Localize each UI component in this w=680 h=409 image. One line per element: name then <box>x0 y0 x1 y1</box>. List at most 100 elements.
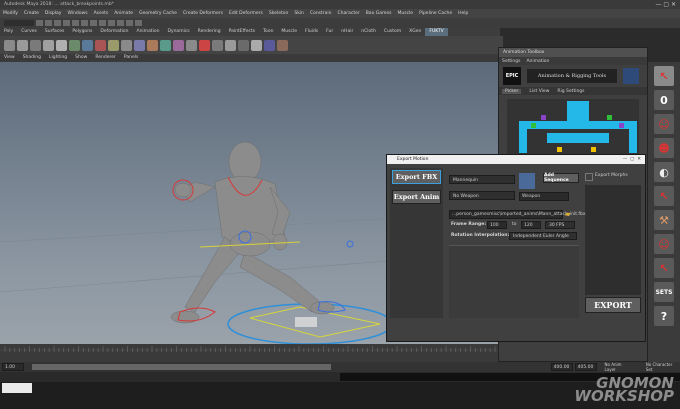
shelf-tab-rendering[interactable]: Rendering <box>194 28 225 36</box>
menu-geometry-cache[interactable]: Geometry Cache <box>136 9 180 18</box>
menu-character[interactable]: Character <box>335 9 363 18</box>
menu-skin[interactable]: Skin <box>291 9 307 18</box>
tools-menu-settings[interactable]: Settings <box>502 59 520 64</box>
shelf-tab-fur[interactable]: Fur <box>322 28 337 36</box>
tab-rig-settings[interactable]: Rig Settings <box>557 89 584 94</box>
shelf-tab-ncloth[interactable]: nCloth <box>357 28 380 36</box>
export-path-field[interactable]: ...person_gamesmisc\imported_anims\Mann_… <box>449 210 586 219</box>
character-thumbnail[interactable] <box>623 68 639 84</box>
frame-start-field[interactable]: 100 <box>487 221 507 229</box>
export-button[interactable]: EXPORT <box>585 297 641 313</box>
character-combo[interactable]: Mannequin <box>449 175 515 184</box>
shelf-cone-icon[interactable] <box>43 39 54 51</box>
menu-muscle[interactable]: Muscle <box>395 9 417 18</box>
range-start-field[interactable]: 1.00 <box>2 363 24 371</box>
range-end-field[interactable]: 400.00 <box>550 363 573 371</box>
viewport-menu-renderer[interactable]: Renderer <box>91 54 120 62</box>
shelf-tab-fluids[interactable]: Fluids <box>301 28 322 36</box>
menu-display[interactable]: Display <box>42 9 65 18</box>
add-sequence-button[interactable]: Add Sequence <box>543 173 579 183</box>
menu-skeleton[interactable]: Skeleton <box>266 9 291 18</box>
shelf-deform-icon[interactable] <box>134 39 145 51</box>
shelf-ik-icon[interactable] <box>95 39 106 51</box>
help-button[interactable]: ? <box>654 306 674 326</box>
shelf-paint-icon[interactable] <box>121 39 132 51</box>
shelf-cylinder-icon[interactable] <box>30 39 41 51</box>
menu-modify[interactable]: Modify <box>0 9 21 18</box>
shelf-graph-icon[interactable] <box>212 39 223 51</box>
menu-animate[interactable]: Animate <box>111 9 136 18</box>
shelf-tab-dynamics[interactable]: Dynamics <box>163 28 193 36</box>
tools-menu-animation[interactable]: Animation <box>526 59 549 64</box>
shelf-record-icon[interactable] <box>199 39 210 51</box>
shelf-tab-custom[interactable]: Custom <box>380 28 405 36</box>
picker-head[interactable] <box>567 101 589 121</box>
mirror-icon[interactable]: ↖ <box>654 258 674 278</box>
shelf-cluster-icon[interactable] <box>160 39 171 51</box>
shelf-joint-icon[interactable] <box>82 39 93 51</box>
export-window-controls[interactable]: — ▢ ✕ <box>623 155 641 164</box>
shelf-tab-deformation[interactable]: Deformation <box>96 28 132 36</box>
character-set-label[interactable]: No Character Set <box>646 362 680 372</box>
menu-create-deformers[interactable]: Create Deformers <box>180 9 226 18</box>
viewport-menu-shading[interactable]: Shading <box>19 54 45 62</box>
menu-help[interactable]: Help <box>455 9 471 18</box>
shelf-sphere-icon[interactable] <box>4 39 15 51</box>
shelf-tab-curves[interactable]: Curves <box>17 28 41 36</box>
shelf-plane-icon[interactable] <box>56 39 67 51</box>
timeline[interactable] <box>0 344 500 362</box>
range-slider-bar[interactable] <box>31 364 331 370</box>
viewport-menu-lighting[interactable]: Lighting <box>45 54 71 62</box>
select-arrow-icon[interactable]: ↖ <box>654 66 674 86</box>
shelf-torus-icon[interactable] <box>69 39 80 51</box>
folder-icon[interactable]: ▰ <box>565 210 574 219</box>
export-anim-button[interactable]: Export Anim <box>392 190 441 204</box>
shelf-tab-animation[interactable]: Animation <box>133 28 164 36</box>
picker-left-arm[interactable] <box>519 129 527 153</box>
hammer-icon[interactable]: ⚒ <box>654 210 674 230</box>
shelf-lattice-icon[interactable] <box>147 39 158 51</box>
range-end2-field[interactable]: 405.00 <box>574 363 597 371</box>
menu-edit-deformers[interactable]: Edit Deformers <box>226 9 266 18</box>
viewport-menu-show[interactable]: Show <box>71 54 91 62</box>
shelf-tab-xgen[interactable]: XGen <box>405 28 425 36</box>
picker-spine[interactable] <box>547 133 609 143</box>
shelf-dope-icon[interactable] <box>225 39 236 51</box>
frame-end-field[interactable]: 120 <box>521 221 541 229</box>
weapon-combo[interactable]: No Weapon <box>449 191 515 200</box>
shelf-tab-fuktv[interactable]: FUKTV <box>425 28 448 36</box>
shelf-tab-toon[interactable]: Toon <box>259 28 277 36</box>
shelf-blend-icon[interactable] <box>173 39 184 51</box>
picker-right-arm[interactable] <box>629 129 637 153</box>
viewport-menu-panels[interactable]: Panels <box>120 54 142 62</box>
shelf-tab-painteffects[interactable]: PaintEffects <box>225 28 259 36</box>
shelf-misc-icon[interactable] <box>277 39 288 51</box>
shelf-key-icon[interactable] <box>186 39 197 51</box>
menu-constrain[interactable]: Constrain <box>307 9 335 18</box>
shelf-tab-muscle[interactable]: Muscle <box>277 28 301 36</box>
shelf-skin-icon[interactable] <box>108 39 119 51</box>
run-pose-icon[interactable]: ☺ <box>654 114 674 134</box>
select-tool-icon[interactable]: ↖ <box>654 186 674 206</box>
shelf-render-icon[interactable] <box>238 39 249 51</box>
shelf-tab-surfaces[interactable]: Surfaces <box>41 28 69 36</box>
tab-picker[interactable]: Picker <box>502 88 522 94</box>
sequence-name-field[interactable]: Weapon <box>519 192 569 201</box>
menu-create[interactable]: Create <box>21 9 42 18</box>
rotation-interpolation-combo[interactable]: Independent Euler Angle <box>509 232 577 240</box>
fps-combo[interactable]: 30 FPS <box>545 221 575 229</box>
menu-windows[interactable]: Windows <box>64 9 90 18</box>
export-fbx-button[interactable]: Export FBX <box>392 170 441 184</box>
shelf-pc-icon[interactable] <box>251 39 262 51</box>
anim-layer-label[interactable]: No Anim Layer <box>605 362 634 372</box>
menu-assets[interactable]: Assets <box>91 9 112 18</box>
sets-button[interactable]: SETS <box>654 282 674 302</box>
export-morphs-checkbox[interactable] <box>585 173 593 181</box>
tab-list-view[interactable]: List View <box>529 89 549 94</box>
shelf-tab-poly[interactable]: Poly <box>0 28 17 36</box>
shelf-script-icon[interactable] <box>264 39 275 51</box>
match-pose-icon[interactable]: ☺ <box>654 234 674 254</box>
space-switch-icon[interactable]: ◐ <box>654 162 674 182</box>
shelf-tab-polygons[interactable]: Polygons <box>68 28 96 36</box>
character-pose-icon[interactable]: ☻ <box>654 138 674 158</box>
